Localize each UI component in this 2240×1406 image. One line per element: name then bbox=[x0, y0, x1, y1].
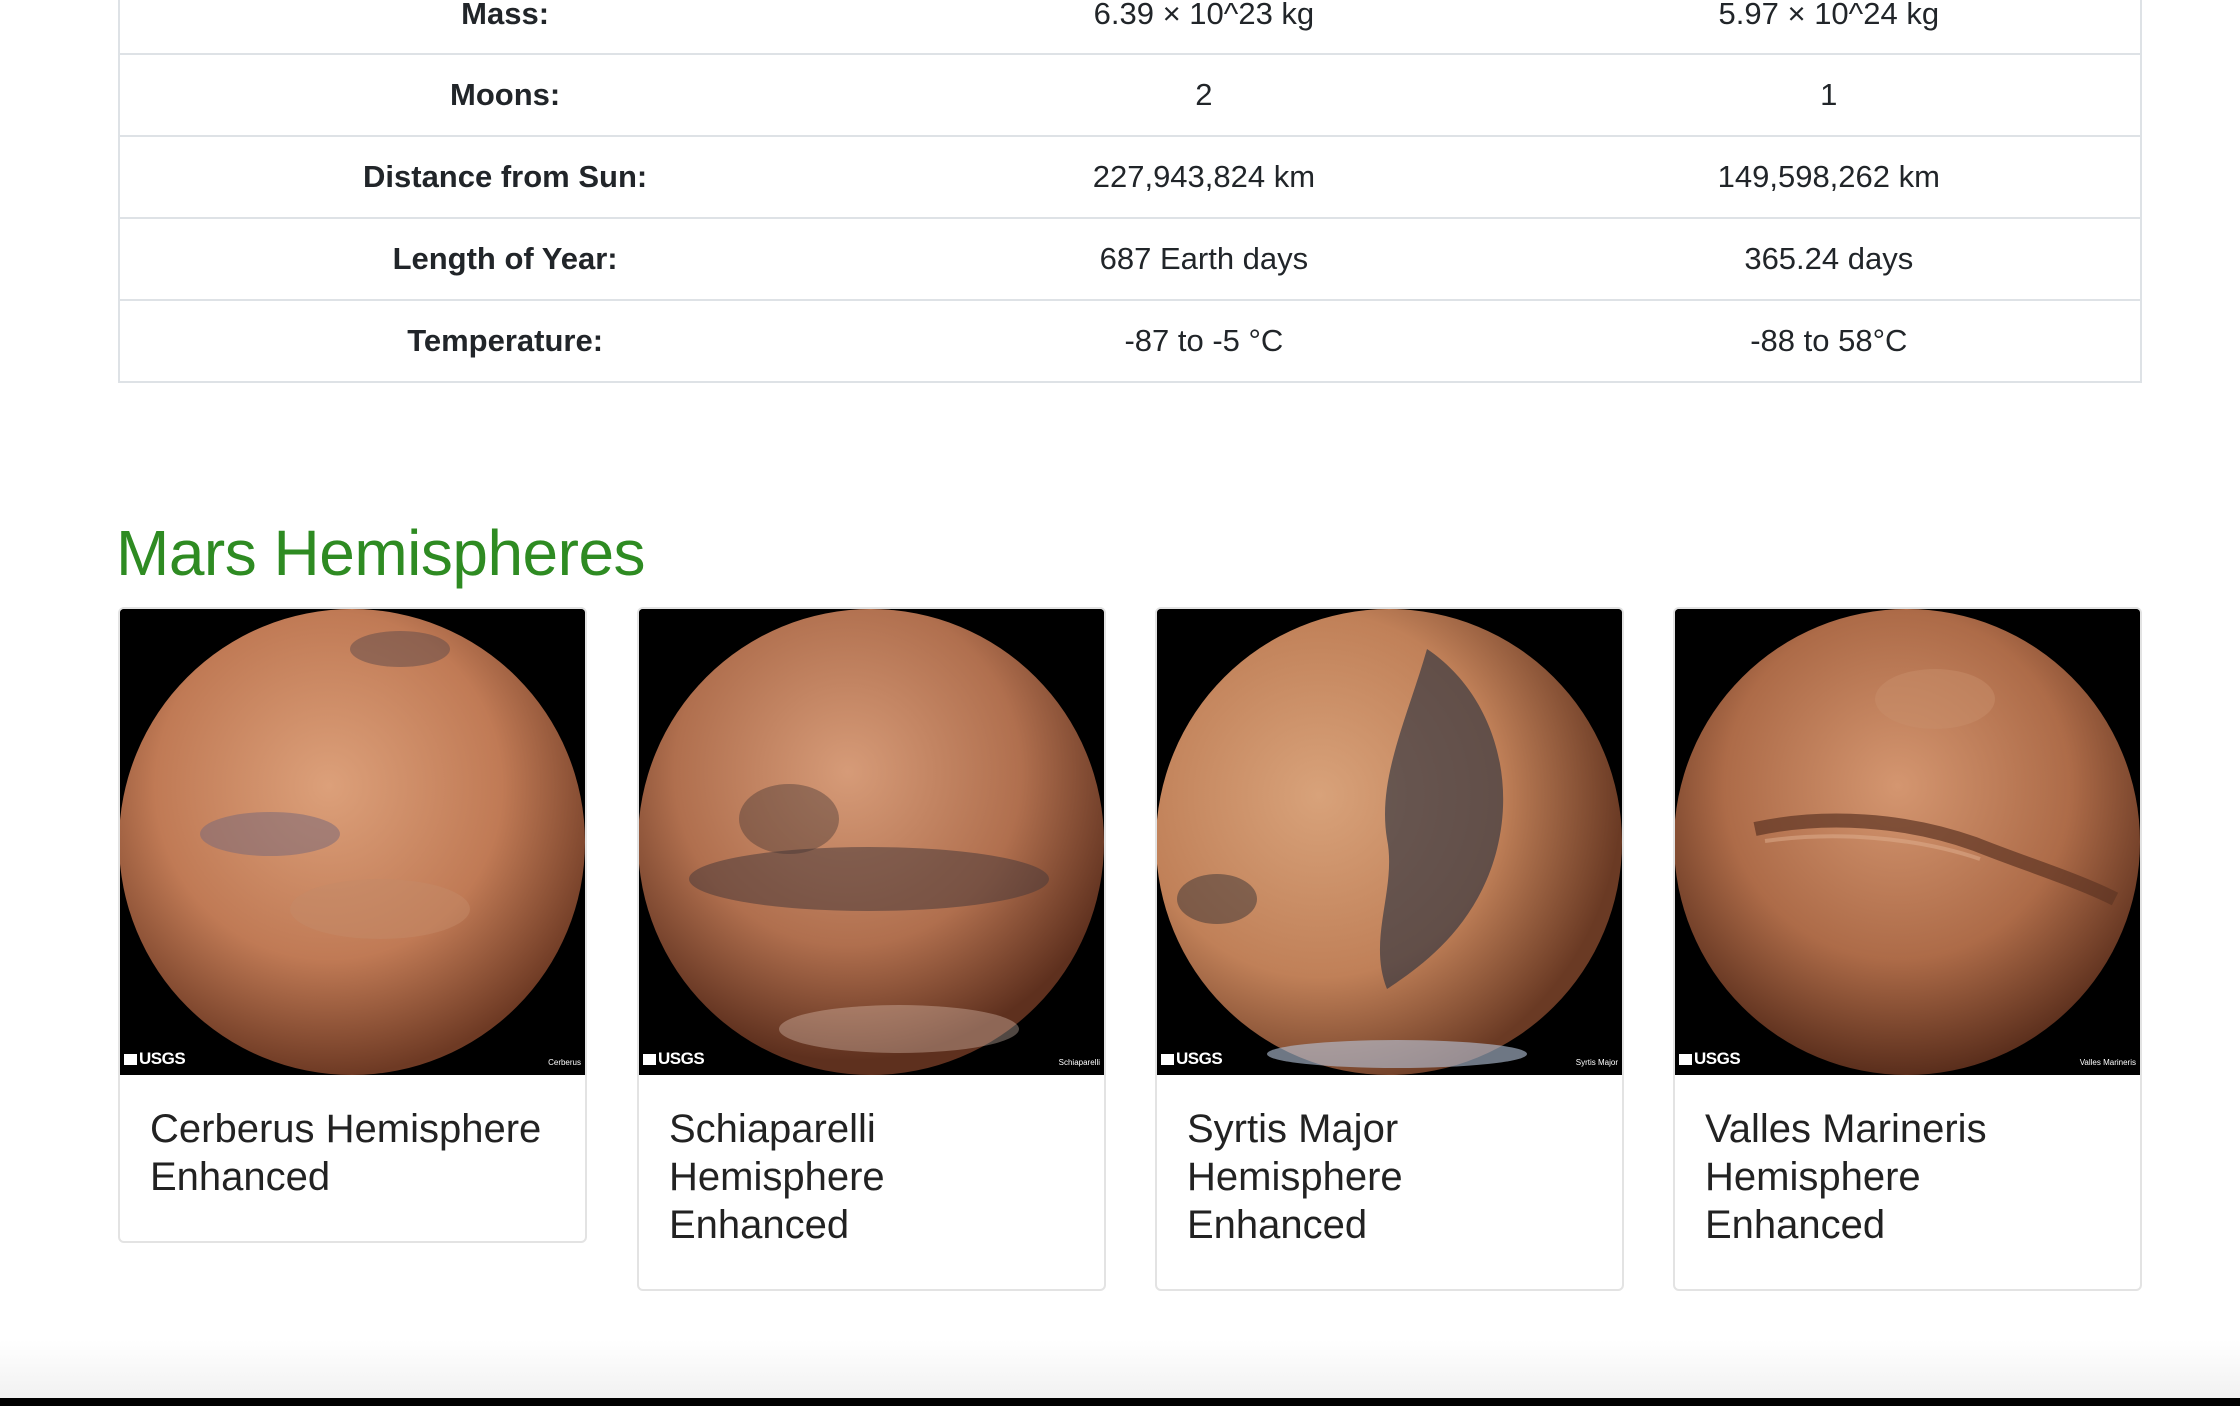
mars-value: -87 to -5 °C bbox=[890, 299, 1518, 382]
mars-value: 6.39 × 10^23 kg bbox=[1093, 0, 1315, 31]
usgs-logo: USGS bbox=[643, 1049, 705, 1069]
earth-value: -88 to 58°C bbox=[1517, 299, 2141, 382]
hemisphere-card[interactable]: USGS Syrtis Major Syrtis Major Hemispher… bbox=[1155, 607, 1624, 1291]
hemisphere-image[interactable]: USGS Schiaparelli bbox=[639, 609, 1104, 1075]
hemisphere-card[interactable]: USGS Cerberus Cerberus Hemisphere Enhanc… bbox=[118, 607, 587, 1243]
row-label: Temperature: bbox=[119, 299, 891, 382]
hemisphere-image[interactable]: USGS Cerberus bbox=[120, 609, 585, 1075]
row-label: Length of Year: bbox=[119, 217, 891, 300]
earth-value: 365.24 days bbox=[1517, 217, 2141, 300]
earth-value: 5.97 × 10^24 kg bbox=[1718, 0, 1940, 31]
usgs-logo: USGS bbox=[1161, 1049, 1223, 1069]
hemispheres-heading: Mars Hemispheres bbox=[116, 517, 646, 589]
mars-earth-comparison-table: Mass: 6.39 × 10^23 kg 5.97 × 10^24 kg Mo… bbox=[118, 0, 2142, 383]
row-label: Moons: bbox=[119, 53, 891, 136]
hemisphere-card[interactable]: USGS Valles Marineris Valles Marineris H… bbox=[1673, 607, 2142, 1291]
mars-globe-icon bbox=[639, 609, 1104, 1075]
table-row: Distance from Sun: 227,943,824 km 149,59… bbox=[119, 135, 2141, 218]
window-bottom-edge bbox=[0, 1398, 2240, 1406]
table-row: Moons: 2 1 bbox=[119, 53, 2141, 136]
table-row: Mass: 6.39 × 10^23 kg 5.97 × 10^24 kg bbox=[119, 0, 2141, 54]
mars-globe-icon bbox=[120, 609, 585, 1075]
table-row: Length of Year: 687 Earth days 365.24 da… bbox=[119, 217, 2141, 300]
hemisphere-card[interactable]: USGS Schiaparelli Schiaparelli Hemispher… bbox=[637, 607, 1106, 1291]
table-row: Temperature: -87 to -5 °C -88 to 58°C bbox=[119, 299, 2141, 382]
hemisphere-title[interactable]: Syrtis Major Hemisphere Enhanced bbox=[1157, 1075, 1622, 1289]
hemisphere-title[interactable]: Valles Marineris Hemisphere Enhanced bbox=[1675, 1075, 2140, 1289]
image-credit: Syrtis Major bbox=[1575, 1058, 1618, 1067]
usgs-logo: USGS bbox=[124, 1049, 186, 1069]
hemisphere-image[interactable]: USGS Valles Marineris bbox=[1675, 609, 2140, 1075]
hemisphere-title[interactable]: Schiaparelli Hemisphere Enhanced bbox=[639, 1075, 1104, 1289]
mars-globe-icon bbox=[1675, 609, 2140, 1075]
image-credit: Valles Marineris bbox=[2079, 1058, 2136, 1067]
row-label: Mass: bbox=[461, 0, 550, 31]
image-credit: Cerberus bbox=[548, 1058, 581, 1067]
earth-value: 1 bbox=[1517, 53, 2141, 136]
row-label: Distance from Sun: bbox=[119, 135, 891, 218]
mars-value: 687 Earth days bbox=[890, 217, 1518, 300]
mars-value: 2 bbox=[890, 53, 1518, 136]
hemisphere-title[interactable]: Cerberus Hemisphere Enhanced bbox=[120, 1075, 585, 1241]
mars-value: 227,943,824 km bbox=[890, 135, 1518, 218]
mars-globe-icon bbox=[1157, 609, 1622, 1075]
hemisphere-image[interactable]: USGS Syrtis Major bbox=[1157, 609, 1622, 1075]
page-bottom-shadow bbox=[0, 1340, 2240, 1400]
image-credit: Schiaparelli bbox=[1058, 1058, 1100, 1067]
earth-value: 149,598,262 km bbox=[1517, 135, 2141, 218]
usgs-logo: USGS bbox=[1679, 1049, 1741, 1069]
